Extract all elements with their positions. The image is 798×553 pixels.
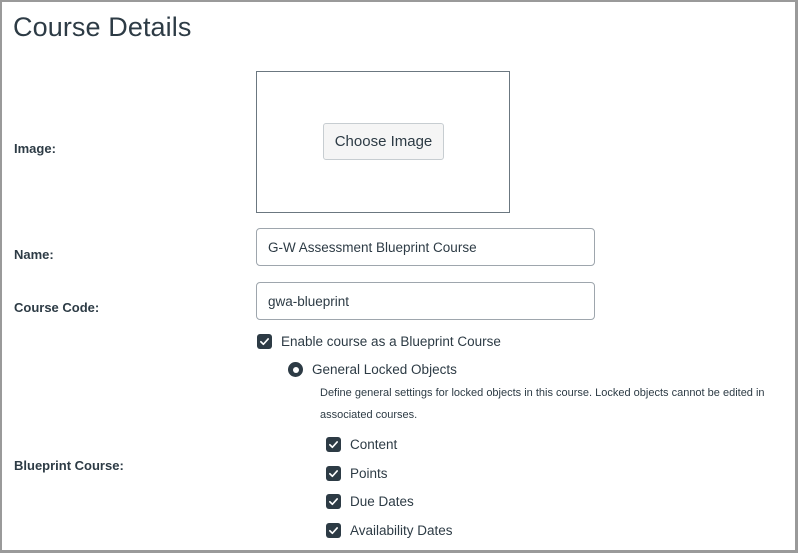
page-title: Course Details xyxy=(13,12,192,42)
checkmark-icon xyxy=(260,338,269,346)
availability-dates-label: Availability Dates xyxy=(350,523,453,538)
general-locked-objects-radio-row[interactable]: General Locked Objects xyxy=(288,362,457,377)
option-points-row[interactable]: Points xyxy=(326,466,388,481)
points-checkbox[interactable] xyxy=(326,466,341,481)
due-dates-label: Due Dates xyxy=(350,494,414,509)
option-availability-dates-row[interactable]: Availability Dates xyxy=(326,523,453,538)
enable-blueprint-label: Enable course as a Blueprint Course xyxy=(281,334,501,349)
option-due-dates-row[interactable]: Due Dates xyxy=(326,494,414,509)
general-locked-objects-label: General Locked Objects xyxy=(312,362,457,377)
option-content-row[interactable]: Content xyxy=(326,437,397,452)
checkmark-icon xyxy=(329,498,338,506)
enable-blueprint-checkbox[interactable] xyxy=(257,334,272,349)
points-label: Points xyxy=(350,466,388,481)
general-locked-objects-radio[interactable] xyxy=(288,362,303,377)
image-dropzone[interactable]: Choose Image xyxy=(256,71,510,213)
choose-image-button[interactable]: Choose Image xyxy=(323,123,444,160)
image-label: Image: xyxy=(14,141,56,156)
course-name-input[interactable] xyxy=(256,228,595,266)
name-label: Name: xyxy=(14,247,54,262)
course-code-label: Course Code: xyxy=(14,300,100,315)
checkmark-icon xyxy=(329,441,338,449)
blueprint-course-label: Blueprint Course: xyxy=(14,458,124,473)
radio-dot-icon xyxy=(292,366,299,373)
enable-blueprint-checkbox-row[interactable]: Enable course as a Blueprint Course xyxy=(257,334,501,349)
course-details-panel: Course Details Image: Choose Image Name:… xyxy=(0,0,798,553)
course-code-input[interactable] xyxy=(256,282,595,320)
content-label: Content xyxy=(350,437,398,452)
checkmark-icon xyxy=(329,527,338,535)
due-dates-checkbox[interactable] xyxy=(326,494,341,509)
content-checkbox[interactable] xyxy=(326,437,341,452)
availability-dates-checkbox[interactable] xyxy=(326,523,341,538)
locked-objects-description: Define general settings for locked objec… xyxy=(320,387,765,421)
checkmark-icon xyxy=(329,470,338,478)
